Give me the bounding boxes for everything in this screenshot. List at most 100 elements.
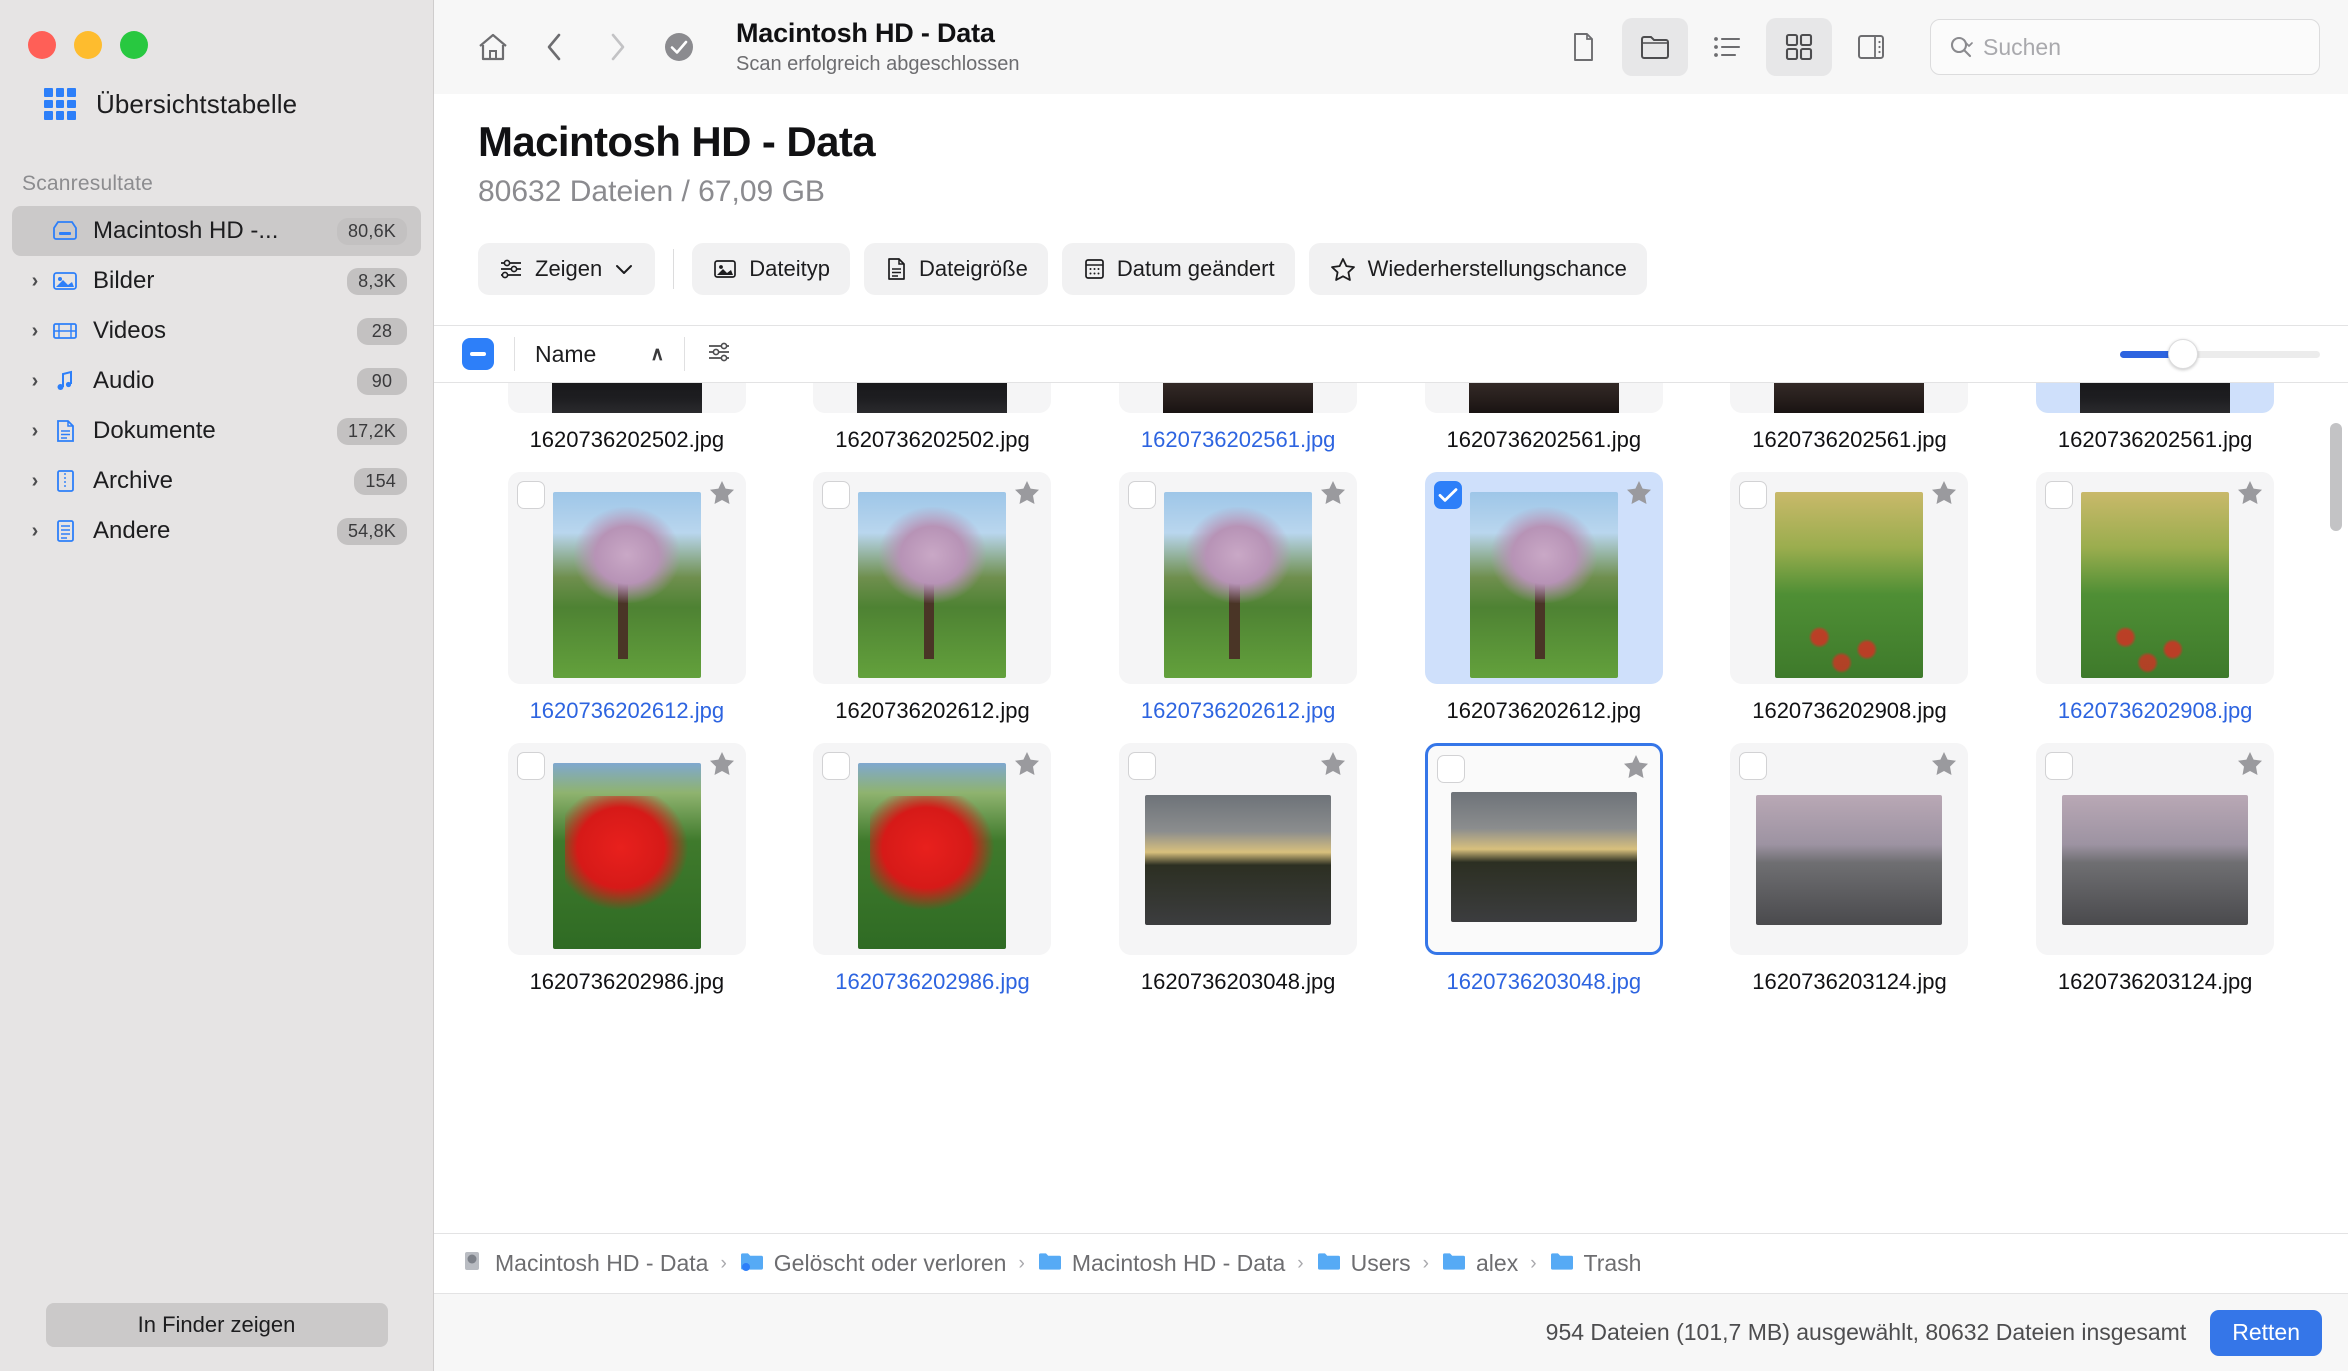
column-options-icon[interactable] (705, 339, 733, 370)
file-thumbnail[interactable] (1119, 471, 1358, 684)
slider-thumb[interactable] (2168, 339, 2198, 369)
file-thumbnail[interactable] (2036, 471, 2275, 684)
file-grid-item[interactable]: 1620736202561.jpg (1085, 383, 1391, 462)
file-grid-item[interactable]: 1620736202986.jpg (474, 733, 780, 1004)
file-grid-item[interactable]: 1620736202612.jpg (780, 462, 1086, 733)
sidebar-item-bilder[interactable]: › Bilder 8,3K (12, 256, 421, 306)
vertical-scrollbar[interactable] (2330, 423, 2342, 531)
minimize-button[interactable] (74, 31, 102, 59)
file-grid-item[interactable]: 1620736202908.jpg (2002, 462, 2308, 733)
sidebar-item-overview[interactable]: Übersichtstabelle (0, 66, 433, 128)
thumbnail-size-slider[interactable] (2120, 337, 2320, 371)
chevron-right-icon[interactable]: › (22, 470, 48, 493)
select-all-checkbox[interactable] (462, 338, 494, 370)
show-in-finder-button[interactable]: In Finder zeigen (45, 1303, 388, 1347)
file-grid-item[interactable]: 1620736202612.jpg (1391, 462, 1697, 733)
file-grid-item[interactable]: 1620736203124.jpg (2002, 733, 2308, 1004)
sidebar-item-archive[interactable]: › Archive 154 (12, 456, 421, 506)
file-checkbox[interactable] (2045, 751, 2074, 780)
filter-dateigroesse-button[interactable]: Dateigröße (864, 243, 1048, 295)
grid-view-icon[interactable] (1766, 18, 1832, 76)
folder-icon (1549, 1250, 1575, 1278)
sort-direction-icon[interactable]: ∧ (650, 343, 664, 366)
file-thumbnail[interactable] (1424, 383, 1663, 413)
file-checkbox[interactable] (1433, 480, 1462, 509)
chevron-right-icon[interactable]: › (22, 520, 48, 543)
file-thumbnail[interactable] (813, 471, 1052, 684)
file-grid-item[interactable]: 1620736202561.jpg (1697, 383, 2003, 462)
folder-icon (1037, 1250, 1063, 1278)
file-thumbnail[interactable] (1730, 383, 1969, 413)
scan-status-icon[interactable] (648, 16, 710, 78)
file-grid-item[interactable]: 1620736202502.jpg (474, 383, 780, 462)
file-grid-item[interactable]: 1620736202612.jpg (474, 462, 780, 733)
file-grid-item[interactable]: 1620736203124.jpg (1697, 733, 2003, 1004)
list-view-icon[interactable] (1694, 18, 1760, 76)
preview-pane-icon[interactable] (1838, 18, 1904, 76)
filter-dateityp-button[interactable]: Dateityp (692, 243, 850, 295)
file-grid-container[interactable]: 1620736202502.jpg 1620736202502.jpg 162073… (434, 383, 2348, 1233)
search-input[interactable]: Suchen (1930, 19, 2320, 75)
file-checkbox[interactable] (516, 751, 545, 780)
file-checkbox[interactable] (822, 480, 851, 509)
breadcrumb-item[interactable]: alex (1441, 1250, 1518, 1278)
file-checkbox[interactable] (1128, 751, 1157, 780)
file-checkbox[interactable] (1739, 751, 1768, 780)
file-thumbnail[interactable] (1119, 383, 1358, 413)
chevron-right-icon[interactable]: › (22, 370, 48, 393)
file-thumbnail[interactable] (2036, 742, 2275, 955)
file-checkbox[interactable] (1436, 754, 1465, 783)
breadcrumb-item[interactable]: Trash (1549, 1250, 1641, 1278)
folder-view-icon[interactable] (1622, 18, 1688, 76)
zoom-button[interactable] (120, 31, 148, 59)
chevron-right-icon[interactable]: › (22, 270, 48, 293)
file-thumbnail[interactable] (2036, 383, 2275, 413)
chevron-right-icon[interactable]: › (22, 420, 48, 443)
breadcrumb-item[interactable]: Users (1316, 1250, 1411, 1278)
sidebar-item-andere[interactable]: › Andere 54,8K (12, 506, 421, 556)
page-header: Macintosh HD - Data 80632 Dateien / 67,0… (434, 94, 2348, 209)
file-thumbnail[interactable] (1730, 471, 1969, 684)
home-icon[interactable] (462, 16, 524, 78)
file-checkbox[interactable] (2045, 480, 2074, 509)
file-thumbnail[interactable] (1424, 471, 1663, 684)
file-view-icon[interactable] (1550, 18, 1616, 76)
file-grid-item[interactable]: 1620736202612.jpg (1085, 462, 1391, 733)
filter-zeigen-button[interactable]: Zeigen (478, 243, 656, 295)
file-grid-item[interactable]: 1620736202908.jpg (1697, 462, 2003, 733)
forward-button[interactable] (586, 16, 648, 78)
file-thumbnail[interactable] (1424, 742, 1663, 955)
file-thumbnail[interactable] (507, 742, 746, 955)
column-header-name[interactable]: Name (535, 341, 596, 368)
file-thumbnail[interactable] (813, 742, 1052, 955)
file-grid-item[interactable]: 1620736202561.jpg (2002, 383, 2308, 462)
file-thumbnail[interactable] (1119, 742, 1358, 955)
breadcrumb-item[interactable]: Macintosh HD - Data (1037, 1250, 1285, 1278)
breadcrumb-item[interactable]: Macintosh HD - Data (460, 1250, 708, 1278)
file-thumbnail[interactable] (507, 383, 746, 413)
file-thumbnail[interactable] (507, 471, 746, 684)
file-grid-item[interactable]: 1620736202986.jpg (780, 733, 1086, 1004)
sidebar-item-dokumente[interactable]: › Dokumente 17,2K (12, 406, 421, 456)
file-thumbnail[interactable] (1730, 742, 1969, 955)
page-subtitle: 80632 Dateien / 67,09 GB (478, 175, 825, 208)
close-button[interactable] (28, 31, 56, 59)
file-thumbnail[interactable] (813, 383, 1052, 413)
file-grid-item[interactable]: 1620736202561.jpg (1391, 383, 1697, 462)
sidebar-item-audio[interactable]: › Audio 90 (12, 356, 421, 406)
filter-datum-geaendert-button[interactable]: Datum geändert (1061, 243, 1295, 295)
filter-wiederherstellungschance-button[interactable]: Wiederherstellungschance (1308, 243, 1647, 295)
file-grid-item[interactable]: 1620736203048.jpg (1391, 733, 1697, 1004)
file-checkbox[interactable] (1739, 480, 1768, 509)
chevron-right-icon[interactable]: › (22, 320, 48, 343)
sidebar-item-macintosh-hd[interactable]: Macintosh HD -... 80,6K (12, 206, 421, 256)
recover-button[interactable]: Retten (2210, 1309, 2322, 1356)
back-button[interactable] (524, 16, 586, 78)
file-checkbox[interactable] (516, 480, 545, 509)
sidebar-item-videos[interactable]: › Videos 28 (12, 306, 421, 356)
file-grid-item[interactable]: 1620736203048.jpg (1085, 733, 1391, 1004)
file-grid-item[interactable]: 1620736202502.jpg (780, 383, 1086, 462)
breadcrumb-item[interactable]: Gelöscht oder verloren (739, 1250, 1006, 1278)
file-checkbox[interactable] (822, 751, 851, 780)
file-checkbox[interactable] (1128, 480, 1157, 509)
